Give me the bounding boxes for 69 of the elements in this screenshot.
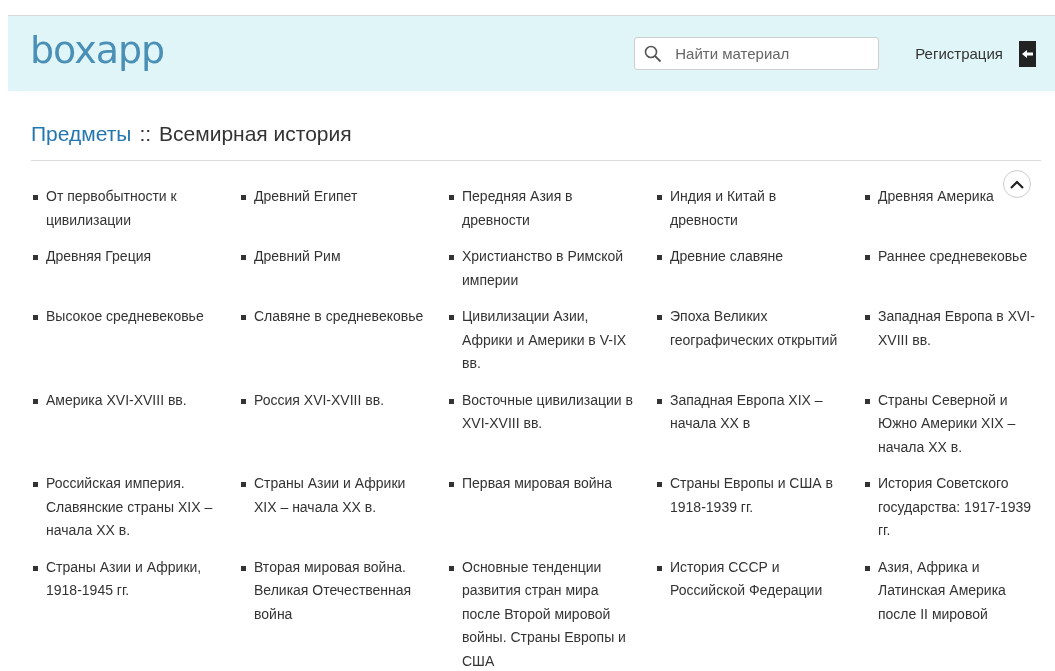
bullet-icon [241, 195, 246, 200]
topic-link[interactable]: Высокое средневековье [46, 305, 204, 376]
login-door-icon[interactable] [1017, 38, 1036, 69]
topic-link[interactable]: Цивилизации Азии, Африки и Америки в V-IX вв. [462, 305, 633, 376]
topic-link[interactable]: Древний Рим [254, 245, 341, 292]
bullet-icon [449, 398, 454, 404]
bullet-icon [33, 398, 38, 404]
bullet-icon [33, 195, 38, 200]
bullet-icon [241, 565, 246, 571]
bullet-icon [33, 565, 38, 571]
bullet-icon [33, 315, 38, 320]
topic-link[interactable]: Страны Азии и Африки, 1918-1945 гг. [46, 555, 217, 671]
bullet-icon [865, 398, 870, 404]
bullet-icon [33, 255, 38, 260]
bullet-icon [449, 482, 454, 487]
chevron-up-icon [1010, 179, 1024, 189]
topic-link[interactable]: Западная Европа XIX – начала XX в [670, 388, 841, 459]
topic-link[interactable]: Славяне в средневековье [254, 305, 424, 376]
bullet-icon [865, 255, 870, 260]
topic-link[interactable]: От первобытности к цивилизации [46, 185, 217, 232]
bullet-icon [657, 398, 662, 404]
topic-link[interactable]: Страны Азии и Африки XIX – начала XX в. [254, 472, 425, 543]
topic-link[interactable]: Восточные цивилизации в XVI-XVIII вв. [462, 388, 633, 459]
bullet-icon [33, 482, 38, 487]
bullet-icon [449, 315, 454, 320]
register-link[interactable]: Регистрация [915, 45, 1003, 62]
topic-link[interactable]: Россия XVI-XVIII вв. [254, 388, 385, 459]
topic-link[interactable]: Христианство в Римской империи [462, 245, 633, 292]
topic-link[interactable]: История СССР и Российской Федерации [670, 555, 841, 671]
search-icon [644, 45, 663, 63]
scroll-up-button[interactable] [1003, 170, 1031, 198]
bullet-icon [657, 315, 662, 320]
topic-link[interactable]: Эпоха Великих географических открытий [670, 305, 841, 376]
page-title: Всемирная история [159, 122, 352, 146]
topic-link[interactable]: Западная Европа в XVI-XVIII вв. [878, 305, 1047, 376]
bullet-icon [241, 315, 246, 320]
topic-link[interactable]: Древние славяне [670, 245, 784, 292]
bullet-icon [241, 398, 246, 404]
topic-link[interactable]: Древняя Америка [878, 185, 994, 232]
bullet-icon [449, 255, 454, 260]
bullet-icon [241, 482, 246, 487]
topic-link[interactable]: Первая мировая война [462, 472, 613, 543]
breadcrumb-link[interactable]: Предметы [31, 122, 132, 146]
bullet-icon [865, 315, 870, 320]
bullet-icon [865, 565, 870, 571]
topic-link[interactable]: Российская империя. Славянские страны XIX – начала XX в. [46, 472, 217, 543]
topic-link[interactable]: Вторая мировая война. Великая Отечественная война [254, 555, 425, 671]
bullet-icon [657, 482, 662, 487]
bullet-icon [657, 195, 662, 200]
bullet-icon [657, 255, 662, 260]
bullet-icon [241, 255, 246, 260]
bullet-icon [449, 565, 454, 571]
topic-link[interactable]: Древняя Греция [46, 245, 152, 292]
topic-link[interactable]: Древний Египет [254, 185, 358, 232]
topic-link[interactable]: Страны Европы и США в 1918-1939 гг. [670, 472, 841, 543]
topic-link[interactable]: Раннее средневековье [878, 245, 1028, 292]
topic-link[interactable]: Страны Северной и Южно Америки XIX – начала XX в. [878, 388, 1047, 459]
topic-link[interactable]: Передняя Азия в древности [462, 185, 633, 232]
bullet-icon [449, 195, 454, 200]
topic-link[interactable]: Америка XVI-XVIII вв. [46, 388, 187, 459]
topic-link[interactable]: Основные тенденции развития стран мира после Второй мировой войны. Страны Европы и США [462, 555, 633, 671]
bullet-icon [657, 565, 662, 571]
topic-link[interactable]: Азия, Африка и Латинская Америка после II мировой [878, 555, 1047, 671]
bullet-icon [865, 195, 870, 200]
bullet-icon [865, 482, 870, 487]
search-field[interactable]: Найти материал [634, 37, 880, 70]
topic-link[interactable]: История Советского государства: 1917-1939 гг. [878, 472, 1047, 543]
topic-link[interactable]: Индия и Китай в древности [670, 185, 841, 232]
breadcrumb-separator: :: [139, 122, 152, 146]
